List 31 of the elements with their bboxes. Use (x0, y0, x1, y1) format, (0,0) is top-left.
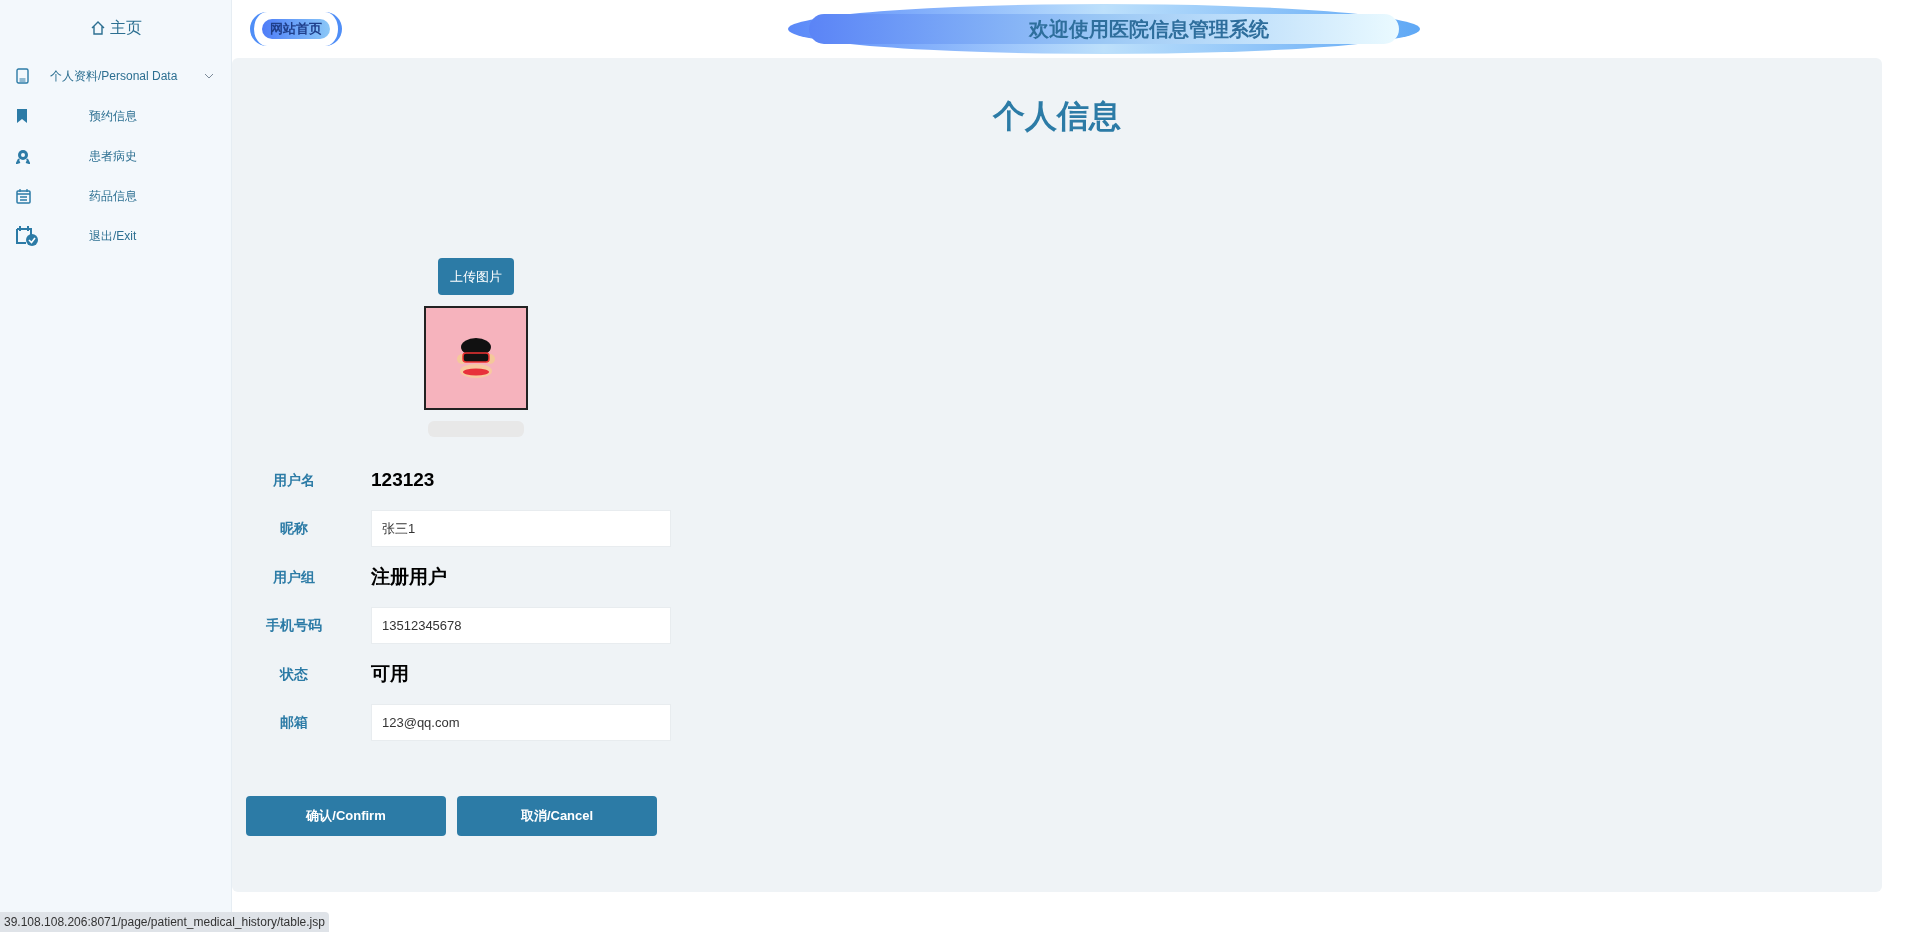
text-input-field[interactable]: 13512345678 (371, 607, 671, 645)
field-label: 用户名 (272, 470, 316, 490)
field-label: 邮箱 (279, 713, 309, 733)
sidebar-menu-item[interactable]: 预约信息 (89, 107, 137, 125)
field-label: 昵称 (279, 519, 309, 539)
calendar-check-icon (16, 226, 38, 246)
site-home-logo[interactable]: 网站首页 (250, 12, 342, 46)
text-input-field[interactable]: 123@qq.com (371, 704, 671, 742)
field-label: 手机号码 (265, 616, 323, 636)
confirm-button[interactable]: 确认/Confirm (246, 796, 446, 836)
sidebar-menu-item[interactable]: 患者病史 (89, 147, 137, 165)
field-value: 注册用户 (371, 565, 447, 589)
award-icon (16, 148, 30, 164)
status-bar-url: 39.108.108.206:8071/page/patient_medical_history/table.jsp (0, 912, 329, 932)
upload-button[interactable]: 上传图片 (438, 258, 514, 295)
field-label: 状态 (278, 664, 309, 684)
calendar-icon (16, 188, 31, 204)
document-icon (16, 68, 29, 84)
sidebar-menu-item[interactable]: 药品信息 (89, 187, 137, 205)
home-icon (89, 20, 106, 36)
text-input-field[interactable]: 张三1 (371, 510, 671, 548)
cancel-button[interactable]: 取消/Cancel (457, 796, 657, 836)
page-title: 个人信息 (993, 97, 1121, 136)
field-label: 用户组 (272, 567, 316, 587)
field-value: 123123 (371, 468, 435, 492)
bookmark-icon (16, 109, 28, 123)
home-link[interactable]: 主页 (109, 16, 142, 40)
sidebar-menu-item[interactable]: 退出/Exit (89, 227, 137, 245)
welcome-banner: 欢迎使用医院信息管理系统 (788, 4, 1420, 54)
field-value: 可用 (371, 662, 409, 686)
sidebar-menu-item[interactable]: 个人资料/Personal Data (50, 67, 203, 85)
